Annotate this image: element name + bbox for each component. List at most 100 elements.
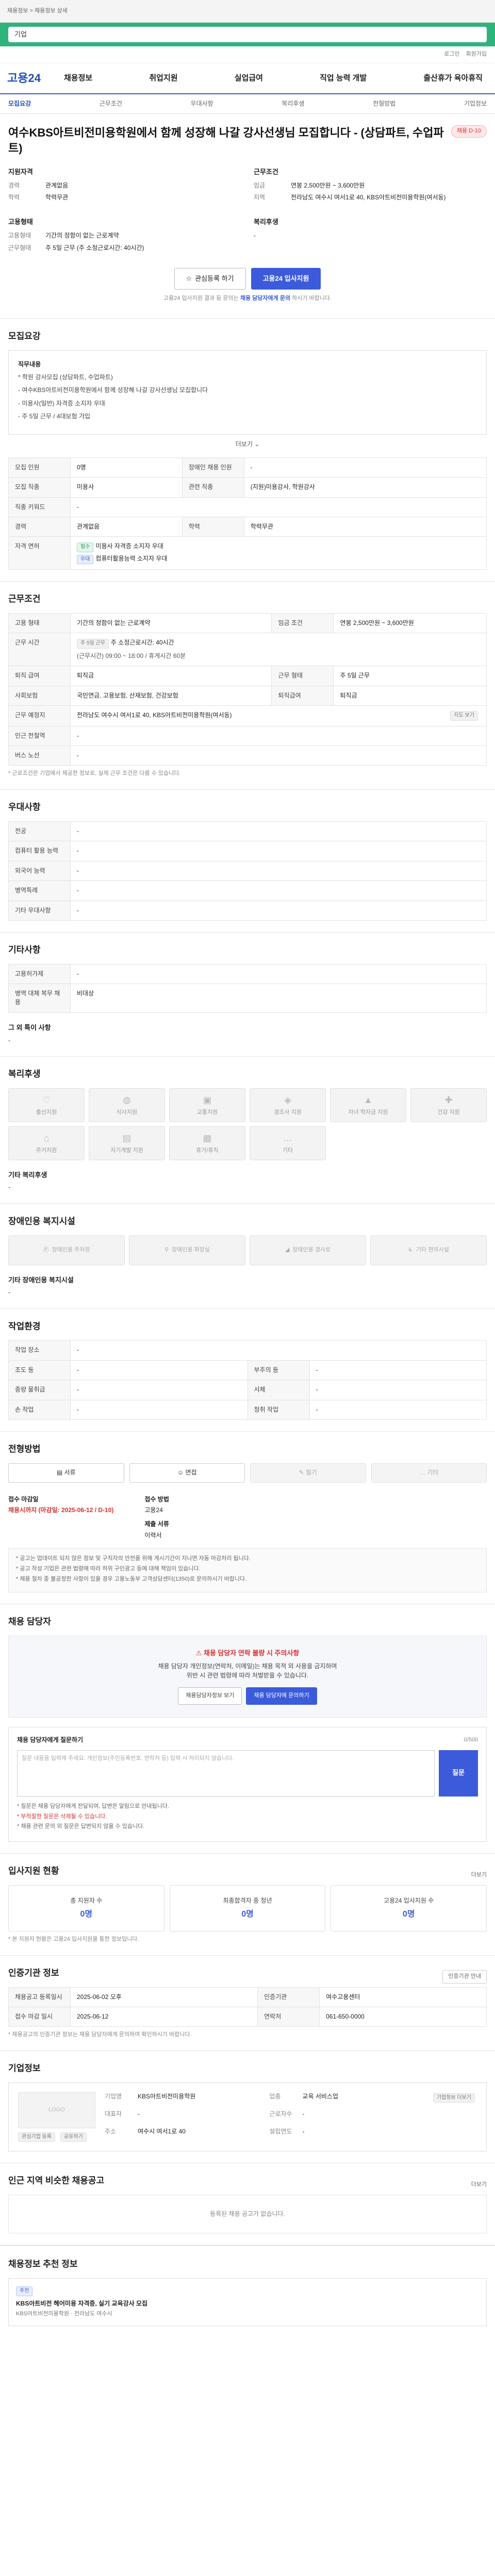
section-title: 장애인용 복지시설 (8, 1216, 75, 1226)
facility-label: 장애인용 화장실 (172, 1246, 210, 1253)
follow-company-button[interactable]: 관심기업 등록 (18, 2132, 55, 2142)
step-label: 필기 (305, 1468, 317, 1476)
question-submit-button[interactable]: 질문 (439, 1750, 478, 1797)
stats-note: * 본 지원자 현황은 고용24 입사지원을 통한 정보입니다. (8, 1936, 139, 1943)
row-value: 비대상 (70, 983, 487, 1013)
section-title: 기타사항 (8, 944, 41, 955)
stats-more-link[interactable]: 더보기 (471, 1871, 487, 1879)
row-value: - (70, 497, 487, 518)
stat-label: 고용24 입사지원 수 (384, 1896, 434, 1904)
recommend-card[interactable]: 추천 KBS아트비전 헤어미용 자격증, 실기 교육강사 모집 KBS아트비전미… (8, 2278, 487, 2326)
info-key: 대표자 (105, 2110, 122, 2118)
apply-note-link[interactable]: 채용 담당자에게 문의 (240, 295, 290, 301)
row-key: 모집 직종 (8, 477, 71, 498)
gnb-item-benefit[interactable]: 실업급여 (235, 73, 263, 84)
disability-other-value: - (8, 1289, 10, 1296)
conditions-note: * 근로조건은 기업에서 제공한 정보로, 실제 근무 조건은 다를 수 있습니… (8, 770, 181, 777)
row-key: 청취 작업 (247, 1399, 310, 1420)
gnb-item-leave[interactable]: 출산휴가 육아휴직 (423, 73, 483, 84)
meal-icon: ◍ (123, 1094, 131, 1105)
more-icon: … (419, 1468, 427, 1476)
step-label: 기타 (427, 1468, 439, 1476)
more-label: 더보기 (235, 440, 253, 448)
tab-company[interactable]: 기업정보 (464, 99, 487, 108)
contact-warning-text: 채용 담당자 연락 불량 시 주의사항 (203, 1649, 300, 1657)
company-more-button[interactable]: 기업정보 더보기 (433, 2093, 475, 2103)
summary-value: 기간의 정함이 없는 근로계약 (45, 232, 119, 240)
row-key: 고용 형태 (8, 613, 71, 634)
tab-process[interactable]: 전형방법 (373, 99, 395, 108)
site-logo[interactable]: 고용24 (7, 70, 64, 87)
row-key: 직종 키워드 (8, 497, 71, 518)
apply-button[interactable]: 고용24 입사지원 (251, 267, 321, 290)
tab-recruit[interactable]: 모집요강 (8, 99, 31, 108)
note-line: * 채용 절차 중 불공정한 사항이 있을 경우 고용노동부 고객상담센터(13… (16, 1576, 247, 1583)
summary-key: 지역 (254, 193, 266, 201)
row-value: - (309, 1380, 487, 1400)
info-key: 근로자수 (269, 2110, 292, 2118)
company-info: 기업명 KBS아트비전미용학원 업종 교육 서비스업 대표자 - 근로자수 - 주소 여수… (105, 2092, 424, 2142)
row-value: 관계없음 (70, 517, 183, 537)
deadline-value: 채용시까지 (마감일: 2025-06-12 / D-10) (8, 1506, 114, 1514)
table-row: 직종 키워드 - (8, 497, 487, 518)
info-key: 업종 (269, 2092, 281, 2100)
job-title: 여수KBS아트비전미용학원에서 함께 성장해 나갈 강사선생님 모집합니다 - … (8, 126, 444, 155)
alert-icon: ⚠ (195, 1649, 204, 1657)
row-value: 퇴직금 (70, 666, 272, 686)
license-line: 컴퓨터활용능력 소지자 우대 (95, 554, 168, 562)
baby-icon: ♡ (42, 1094, 51, 1105)
bus-icon: ▣ (203, 1094, 212, 1105)
stat-label: 총 지원자 수 (70, 1896, 103, 1904)
row-key: 인근 전철역 (8, 725, 71, 747)
row-value: (지원)미용강사, 학원강사 (243, 477, 487, 498)
question-input[interactable]: 질문 내용을 입력해 주세요. 개인정보(주민등록번호, 연락처 등) 입력 시… (17, 1750, 435, 1797)
interest-button-label: 관심등록 하기 (195, 274, 234, 282)
agency-guide-button[interactable]: 인증기관 안내 (442, 1970, 487, 1984)
row-key: 근무 예정지 (8, 705, 71, 726)
gnb-item-training[interactable]: 직업 능력 개발 (320, 73, 367, 84)
signup-link[interactable]: 회원가입 (466, 50, 487, 59)
tab-welfare[interactable]: 복리후생 (282, 99, 304, 108)
row-key: 손 작업 (8, 1399, 71, 1420)
table-row: 퇴직 급여 퇴직금 근무 형태 주 5일 근무 (8, 666, 487, 686)
license-cell: 필수 미용사 자격증 소지자 우대 우대 컴퓨터활용능력 소지자 우대 (70, 536, 487, 570)
welfare-label: 출산지원 (36, 1109, 57, 1115)
agency-section: 인증기관 정보 인증기관 안내 채용공고 등록일시 2025-06-02 오후 인증… (0, 1956, 495, 2052)
tab-conditions[interactable]: 근무조건 (100, 99, 122, 108)
row-key: 전공 (8, 821, 71, 842)
more-button[interactable]: 더보기 ⌄ (8, 440, 487, 449)
welfare-label: 기타 (282, 1147, 293, 1154)
environment-table: 작업 장소 - 조도 등 - 부주의 등- 중량 물취급 - 서체 - 손 작업 - 청취 작업… (8, 1340, 487, 1420)
welfare-item: ▦ 휴가/휴직 (169, 1126, 245, 1160)
row-key: 병역특례 (8, 880, 71, 901)
table-row: 외국어 능력 - (8, 860, 487, 882)
section-title: 복리후생 (8, 1069, 41, 1079)
view-contact-button[interactable]: 채용담당자정보 보기 (178, 1687, 242, 1705)
similar-more-link[interactable]: 더보기 (471, 2181, 487, 2189)
hours-tag: 주 5일 근무 (77, 639, 109, 649)
ask-contact-button[interactable]: 채용 담당자에 문의하기 (246, 1687, 317, 1705)
info-value: - (302, 2128, 305, 2136)
row-value: 연봉 2,500만원 ~ 3,600만원 (333, 613, 487, 634)
login-link[interactable]: 로그인 (444, 50, 459, 59)
gnb-item-support[interactable]: 취업지원 (149, 73, 177, 84)
row-value: - (70, 821, 487, 842)
share-button[interactable]: 공유하기 (60, 2132, 87, 2142)
gnb-item-jobs[interactable]: 채용정보 (64, 73, 92, 84)
other-section: 기타사항 고용허가제 - 병역 대체 복무 채용 비대상 그 외 특이 사항 - (0, 933, 495, 1057)
map-button[interactable]: 지도 보기 (450, 711, 478, 721)
row-value: - (70, 1340, 487, 1361)
summary-key: 경력 (8, 181, 20, 189)
similar-section: 인근 지역 비슷한 채용공고 더보기 등록된 채용 공고가 없습니다. (0, 2163, 495, 2246)
summary-key: 임금 (254, 181, 266, 189)
row-value: 전라남도 여수시 여서1로 40, KBS아트비전미용학원(여서동) (77, 711, 232, 719)
section-title: 기업정보 (8, 2063, 41, 2074)
tab-preference[interactable]: 우대사항 (191, 99, 213, 108)
search-input[interactable]: 기업 (8, 27, 487, 42)
rule-line: * 부적절한 질문은 삭제될 수 있습니다. (17, 1813, 107, 1820)
interest-button[interactable]: ☆ 관심등록 하기 (174, 267, 246, 290)
job-summary: 지원자격 경력 관계없음 학력 학력무관 근무조건 임금 연봉 2,500만원 ~ 3… (8, 167, 487, 256)
row-value: - (309, 1360, 487, 1381)
info-value: 교육 서비스업 (302, 2092, 338, 2100)
recommend-title: KBS아트비전 헤어미용 자격증, 실기 교육강사 모집 (16, 2299, 148, 2307)
